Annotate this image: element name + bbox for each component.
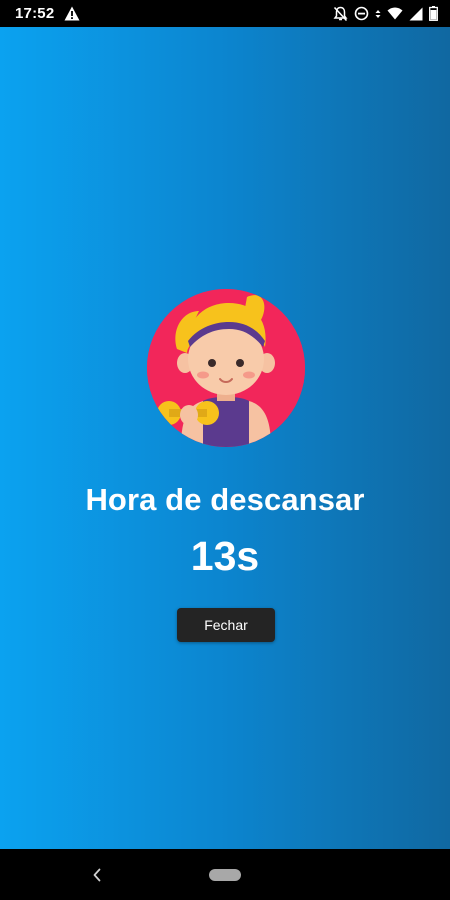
back-icon[interactable]	[84, 864, 110, 886]
rest-screen: Hora de descansar 13s Fechar	[0, 27, 450, 849]
do-not-disturb-icon	[354, 6, 369, 21]
status-bar: 17:52	[0, 0, 450, 27]
navigation-bar	[0, 849, 450, 900]
phone-screen: 17:52 Hora de descansar 13s Fechar	[0, 0, 450, 900]
data-arrows-icon	[375, 9, 381, 19]
wifi-icon	[387, 7, 403, 20]
woman-with-dumbbell-avatar	[147, 289, 305, 447]
warning-icon	[64, 6, 80, 21]
rest-timer: 13s	[190, 533, 260, 579]
home-pill[interactable]	[209, 869, 241, 881]
battery-icon	[429, 6, 438, 21]
close-button[interactable]: Fechar	[177, 608, 275, 642]
notifications-off-icon	[333, 6, 348, 22]
cell-signal-icon	[409, 7, 423, 21]
status-icons	[333, 5, 438, 22]
status-time: 17:52	[15, 5, 55, 22]
rest-title: Hora de descansar	[85, 482, 365, 517]
